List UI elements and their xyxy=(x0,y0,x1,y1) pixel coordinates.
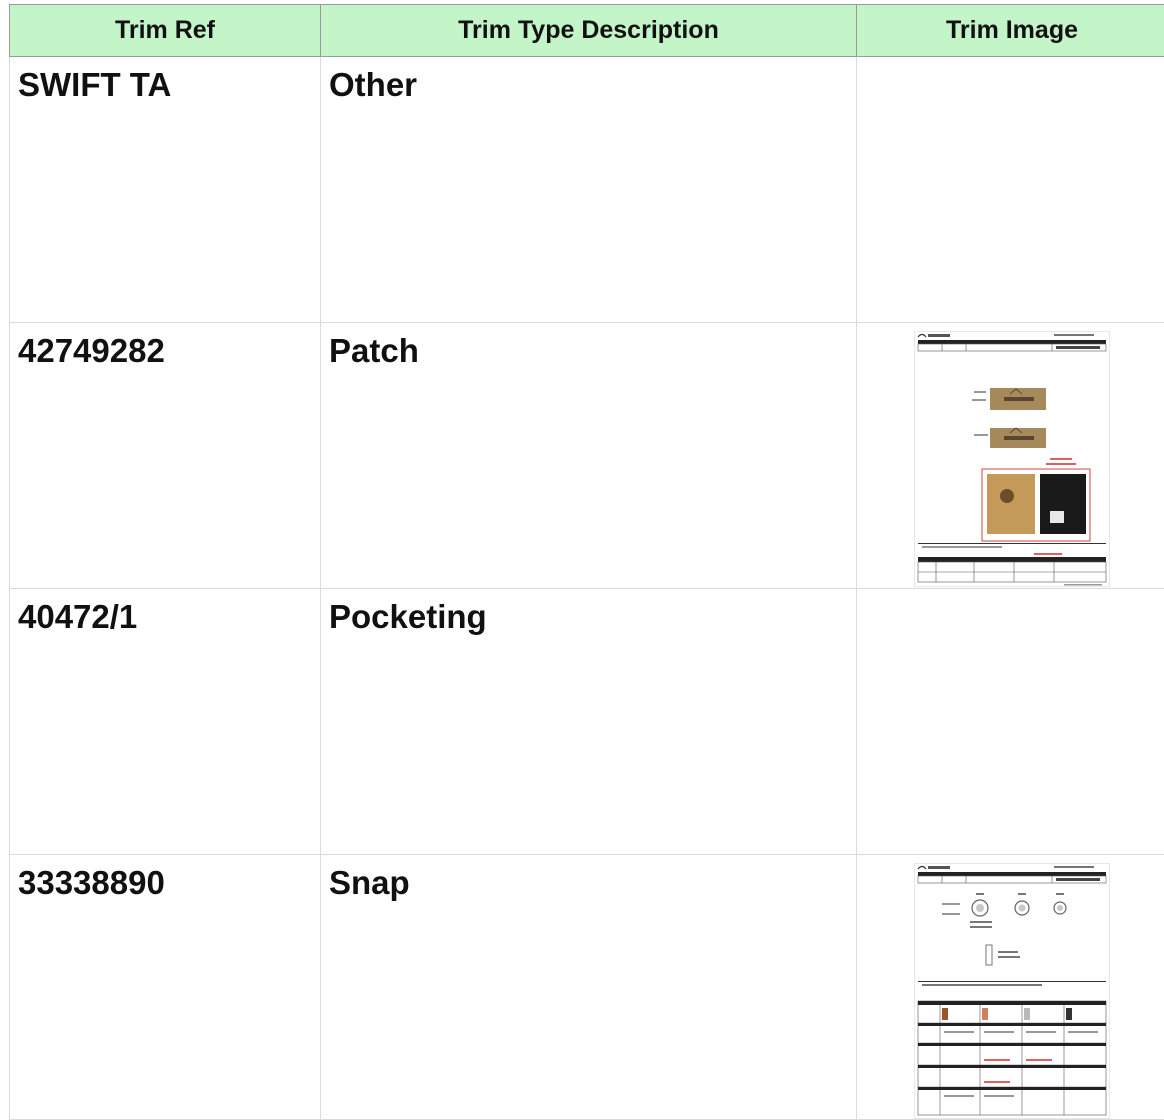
trim-ref-cell: 40472/1 xyxy=(10,589,321,855)
table-row: 40472/1 Pocketing xyxy=(10,589,1164,855)
table-row: 33338890 Snap xyxy=(10,855,1164,1120)
trim-image-cell xyxy=(857,589,1164,855)
trim-ref-cell: SWIFT TA xyxy=(10,57,321,323)
table-row: SWIFT TA Other xyxy=(10,57,1164,323)
trim-ref-cell: 42749282 xyxy=(10,323,321,589)
trim-type-cell: Snap xyxy=(321,855,857,1120)
header-row: Trim Ref Trim Type Description Trim Imag… xyxy=(10,5,1164,57)
header-trim-image: Trim Image xyxy=(857,5,1164,57)
header-trim-ref: Trim Ref xyxy=(10,5,321,57)
trim-type-cell: Other xyxy=(321,57,857,323)
patch-artwork-sheet-image[interactable] xyxy=(914,331,1110,587)
trim-image-cell xyxy=(857,57,1164,323)
table-row: 42749282 Patch xyxy=(10,323,1164,589)
trim-image-cell xyxy=(857,855,1164,1120)
trim-type-cell: Pocketing xyxy=(321,589,857,855)
snap-artwork-sheet-image[interactable] xyxy=(914,863,1110,1119)
header-trim-type-description: Trim Type Description xyxy=(321,5,857,57)
trim-type-cell: Patch xyxy=(321,323,857,589)
trim-table: Trim Ref Trim Type Description Trim Imag… xyxy=(9,4,1164,1120)
trim-ref-cell: 33338890 xyxy=(10,855,321,1120)
trim-image-cell xyxy=(857,323,1164,589)
